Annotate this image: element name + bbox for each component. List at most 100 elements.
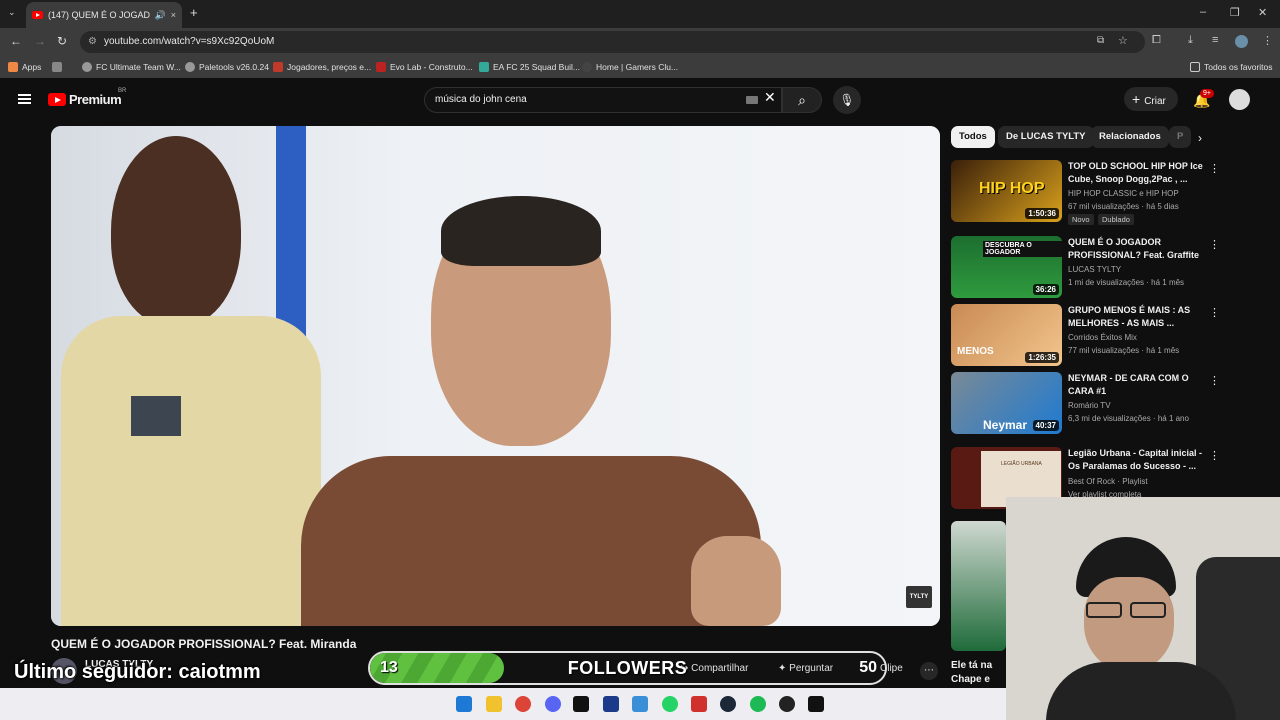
speaker-icon[interactable]: 🔊 <box>155 10 166 21</box>
youtube-logo-icon[interactable] <box>48 93 66 106</box>
recommendation-title[interactable]: NEYMAR - DE CARA COM O CARA #1 <box>1068 372 1203 398</box>
chip-related[interactable]: Relacionados <box>1091 126 1169 148</box>
epic-games-icon[interactable] <box>808 696 824 712</box>
whatsapp-icon[interactable] <box>662 696 678 712</box>
discord-icon[interactable] <box>545 696 561 712</box>
forward-icon[interactable]: → <box>34 34 46 48</box>
close-window-icon[interactable]: ✕ <box>1258 6 1267 19</box>
chrome-icon[interactable] <box>515 696 531 712</box>
recommendation-item[interactable]: DESCUBRA O JOGADOR 36:26 QUEM É O JOGADO… <box>951 236 1221 300</box>
search-input[interactable]: música do john cena <box>424 87 782 113</box>
recommendation-channel[interactable]: LUCAS TYLTY <box>1068 265 1121 274</box>
bookmarks-folder[interactable]: Todos os favoritos <box>1190 62 1273 72</box>
create-button[interactable]: + Criar <box>1124 87 1178 111</box>
account-avatar[interactable] <box>1229 89 1250 110</box>
media-icon[interactable]: ≡ <box>1212 34 1218 46</box>
chip-partial[interactable]: P <box>1169 126 1192 148</box>
spotify-icon[interactable] <box>750 696 766 712</box>
recommendation-channel[interactable]: Corridos Éxitos Mix <box>1068 333 1137 342</box>
recommendation-title[interactable]: QUEM É O JOGADOR PROFISSIONAL? Feat. Gra… <box>1068 236 1203 262</box>
address-bar[interactable]: ⚙ youtube.com/watch?v=s9Xc92QoUoM <box>80 31 1145 53</box>
menu-icon[interactable] <box>18 94 31 104</box>
more-options-icon[interactable]: ⋮ <box>1209 238 1220 251</box>
recommendation-item[interactable]: MENOS 1:26:35 GRUPO MENOS É MAIS : AS ME… <box>951 304 1221 368</box>
download-icon[interactable]: ⤓ <box>1188 34 1193 47</box>
more-actions-icon[interactable]: ⋯ <box>920 662 938 680</box>
globe-icon <box>82 62 92 72</box>
back-icon[interactable]: ← <box>10 34 22 48</box>
app-icon[interactable] <box>573 696 589 712</box>
thumbnail-text: Neymar <box>983 418 1028 432</box>
video-thumbnail[interactable]: HIP HOP 1:50:36 <box>951 160 1062 222</box>
recommendation-channel[interactable]: Romário TV <box>1068 401 1111 410</box>
bookmark-jogadores[interactable]: Jogadores, preços e... <box>273 62 371 72</box>
search-button[interactable]: ⌕ <box>782 87 822 113</box>
recommendation-item[interactable]: Neymar 40:37 NEYMAR - DE CARA COM O CARA… <box>951 372 1221 436</box>
app-icon[interactable] <box>632 696 648 712</box>
evo-icon <box>376 62 386 72</box>
chip-from-channel[interactable]: De LUCAS TYLTY <box>998 126 1094 148</box>
bookmark-squad-builder[interactable]: EA FC 25 Squad Buil... <box>479 62 580 72</box>
recommendation-meta: 67 mil visualizações · há 5 dias <box>1068 202 1179 211</box>
app-icon[interactable] <box>691 696 707 712</box>
more-options-icon[interactable]: ⋮ <box>1209 374 1220 387</box>
tab-search-icon[interactable]: ⌄ <box>8 7 16 18</box>
app-icon[interactable] <box>779 696 795 712</box>
bookmark-grid[interactable] <box>52 62 66 72</box>
steam-icon[interactable] <box>720 696 736 712</box>
minimize-icon[interactable]: – <box>1200 6 1206 18</box>
keyboard-icon[interactable] <box>746 96 758 104</box>
site-info-icon[interactable]: ⚙ <box>88 31 97 53</box>
more-options-icon[interactable]: ⋮ <box>1209 449 1220 462</box>
recommendation-thumbnail-partial[interactable] <box>951 521 1006 651</box>
recommendation-channel[interactable]: Best Of Rock · Playlist <box>1068 477 1148 486</box>
chip-all[interactable]: Todos <box>951 126 995 148</box>
bookmark-gamers-club[interactable]: Home | Gamers Clu... <box>582 62 678 72</box>
search-icon: ⌕ <box>798 92 806 108</box>
file-explorer-icon[interactable] <box>486 696 502 712</box>
recommendation-item[interactable]: HIP HOP 1:50:36 TOP OLD SCHOOL HIP HOP I… <box>951 160 1221 225</box>
profile-icon[interactable] <box>1235 35 1248 48</box>
more-options-icon[interactable]: ⋮ <box>1209 306 1220 319</box>
bookmark-apps[interactable]: Apps <box>8 62 41 72</box>
recommendation-title[interactable]: GRUPO MENOS É MAIS : AS MELHORES - AS MA… <box>1068 304 1203 330</box>
video-thumbnail[interactable]: MENOS 1:26:35 <box>951 304 1062 366</box>
bookmark-star-icon[interactable]: ☆ <box>1118 34 1128 47</box>
chips-next-icon[interactable]: › <box>1198 131 1202 145</box>
squad-icon <box>479 62 489 72</box>
tab-close-icon[interactable]: × <box>171 10 176 20</box>
gamers-club-icon <box>582 62 592 72</box>
bookmark-paletools[interactable]: Paletools v26.0.24 <box>185 62 269 72</box>
video-duration: 1:50:36 <box>1025 208 1059 219</box>
browser-tab-active[interactable]: (147) QUEM É O JOGADOR 🔊 × <box>26 2 182 28</box>
recommendation-title[interactable]: Legião Urbana - Capital inicial - Os Par… <box>1068 447 1203 473</box>
recommendation-channel[interactable]: HIP HOP CLASSIC e HIP HOP <box>1068 189 1179 198</box>
mic-button[interactable]: 🎙 <box>833 86 861 114</box>
app-icon[interactable] <box>603 696 619 712</box>
ask-button[interactable]: ✦ Perguntar <box>778 663 833 674</box>
youtube-brand[interactable]: Premium <box>69 92 122 107</box>
extensions-icon[interactable]: ⧠ <box>1152 34 1161 47</box>
url-text: youtube.com/watch?v=s9Xc92QoUoM <box>104 36 275 47</box>
more-options-icon[interactable]: ⋮ <box>1209 162 1220 175</box>
bookmark-fc-ultimate[interactable]: FC Ultimate Team W... <box>82 62 181 72</box>
chrome-menu-icon[interactable]: ⋮ <box>1262 34 1273 47</box>
bookmark-evo-lab[interactable]: Evo Lab - Construto... <box>376 62 473 72</box>
video-player[interactable]: TYLTY <box>51 126 940 626</box>
new-tab-button[interactable]: + <box>190 5 198 20</box>
apps-grid-icon <box>8 62 18 72</box>
reload-icon[interactable]: ↻ <box>57 34 67 48</box>
video-thumbnail[interactable]: Neymar 40:37 <box>951 372 1062 434</box>
share-button[interactable]: ↪ Compartilhar <box>680 663 748 674</box>
video-thumbnail[interactable]: DESCUBRA O JOGADOR 36:26 <box>951 236 1062 298</box>
install-app-icon[interactable]: ⧉ <box>1097 35 1104 46</box>
restore-icon[interactable]: ❐ <box>1230 6 1240 19</box>
video-duration: 1:26:35 <box>1025 352 1059 363</box>
follower-goal-target: 50 <box>859 659 877 676</box>
recommendation-title[interactable]: TOP OLD SCHOOL HIP HOP Ice Cube, Snoop D… <box>1068 160 1203 186</box>
clear-search-icon[interactable]: ✕ <box>764 89 776 106</box>
windows-start-icon[interactable] <box>456 696 472 712</box>
clip-button[interactable]: Clipe <box>880 663 903 674</box>
video-duration: 36:26 <box>1032 284 1059 295</box>
grid-icon <box>52 62 62 72</box>
